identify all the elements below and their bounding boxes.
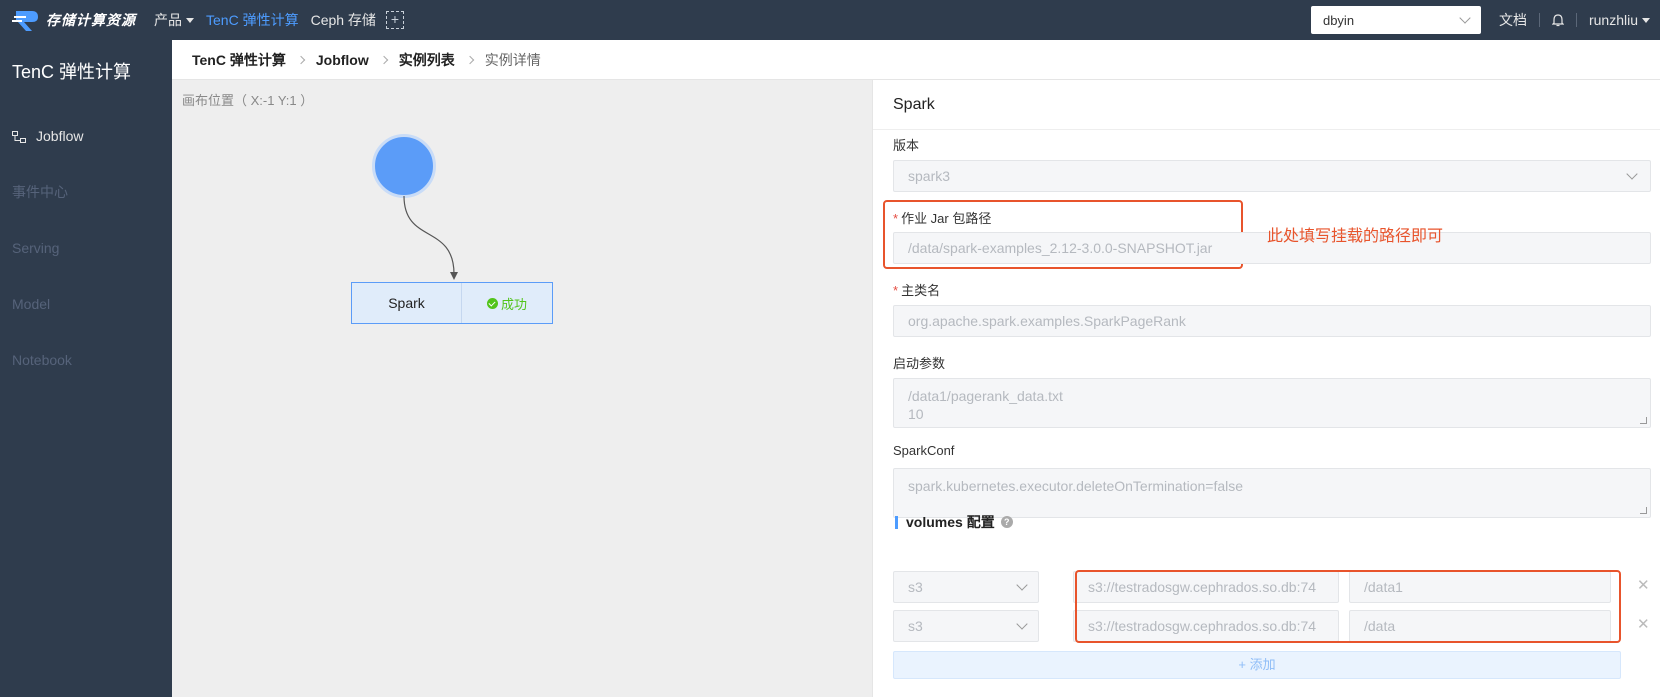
- caret-down-icon: [186, 17, 194, 23]
- divider: [1538, 13, 1540, 27]
- conf-value: spark.kubernetes.executor.deleteOnTermin…: [908, 478, 1244, 494]
- volume-type: s3: [908, 579, 923, 595]
- close-icon[interactable]: ✕: [1637, 578, 1650, 593]
- help-icon[interactable]: ?: [1000, 516, 1013, 528]
- highlight-volumes: [1075, 570, 1621, 643]
- sidebar-item-model[interactable]: Model: [0, 276, 172, 332]
- bell-icon[interactable]: [1551, 14, 1565, 27]
- detail-panel: Spark 版本 spark3 * 作业 Jar 包路径 /data/spark-…: [872, 80, 1660, 697]
- namespace-value: dbyin: [1322, 12, 1355, 28]
- flow-canvas[interactable]: 画布位置（ X:-1 Y:1 ） Spark 成功: [172, 80, 872, 697]
- username: runzhliu: [1588, 12, 1638, 28]
- flow-tree-icon: [12, 130, 26, 143]
- nav-tenc[interactable]: TenC 弹性计算: [206, 0, 299, 40]
- panel-title: Spark: [873, 80, 1660, 130]
- flow-edge: [403, 195, 458, 280]
- volume-type-select[interactable]: s3: [893, 571, 1039, 603]
- top-bar: 存储计算资源 产品 TenC 弹性计算 Ceph 存储 + dbyin 文档 r…: [0, 0, 1660, 40]
- chevron-down-icon: [1016, 618, 1028, 630]
- spark-node[interactable]: Spark 成功: [351, 282, 553, 324]
- start-node[interactable]: [372, 134, 436, 198]
- caret-down-icon: [1642, 17, 1650, 23]
- status-text: 成功: [500, 296, 527, 312]
- breadcrumb-jobflow[interactable]: Jobflow: [316, 52, 369, 68]
- sidebar-item-events[interactable]: 事件中心: [0, 164, 172, 220]
- jar-label-text: 作业 Jar 包路径: [901, 211, 992, 226]
- nav-products-label: 产品: [154, 12, 182, 28]
- breadcrumb-tenc[interactable]: TenC 弹性计算: [192, 50, 286, 70]
- logo[interactable]: 存储计算资源: [12, 7, 142, 33]
- sidebar-item-serving[interactable]: Serving: [0, 220, 172, 276]
- sidebar-title: TenC 弹性计算: [12, 62, 132, 82]
- jar-label: * 作业 Jar 包路径: [893, 208, 991, 227]
- chevron-down-icon: [1016, 579, 1028, 591]
- version-value: spark3: [908, 168, 951, 184]
- version-label: 版本: [893, 138, 920, 153]
- nav-products[interactable]: 产品: [154, 0, 194, 40]
- add-shortcut-button[interactable]: +: [385, 11, 404, 29]
- breadcrumb: TenC 弹性计算 Jobflow 实例列表 实例详情: [172, 40, 1660, 80]
- required-mark: *: [893, 283, 899, 298]
- canvas-position: 画布位置（ X:-1 Y:1 ）: [182, 93, 314, 108]
- user-menu[interactable]: runzhliu: [1589, 12, 1650, 28]
- close-icon[interactable]: ✕: [1637, 617, 1650, 632]
- breadcrumb-instance-list[interactable]: 实例列表: [399, 50, 455, 70]
- logo-icon: [12, 7, 42, 33]
- sidebar-item-jobflow[interactable]: Jobflow: [0, 108, 172, 164]
- volume-type-select[interactable]: s3: [893, 610, 1039, 642]
- sidebar: TenC 弹性计算 Jobflow 事件中心 Serving Model Not…: [0, 40, 172, 697]
- docs-link[interactable]: 文档: [1499, 10, 1527, 30]
- version-select[interactable]: spark3: [893, 160, 1651, 192]
- args-line: 10: [908, 406, 924, 422]
- namespace-select[interactable]: dbyin: [1310, 6, 1481, 34]
- args-line: /data1/pagerank_data.txt: [908, 388, 1063, 404]
- args-textarea[interactable]: /data1/pagerank_data.txt 10: [893, 378, 1651, 428]
- section-bar: [895, 515, 898, 529]
- args-label: 启动参数: [893, 356, 946, 371]
- sidebar-item-notebook[interactable]: Notebook: [0, 332, 172, 388]
- volumes-title: volumes 配置 ?: [895, 512, 1013, 532]
- chevron-right-icon: [379, 55, 388, 64]
- top-right: dbyin 文档 runzhliu: [1310, 0, 1660, 40]
- nav-ceph[interactable]: Ceph 存储: [311, 0, 376, 40]
- top-nav: 产品 TenC 弹性计算 Ceph 存储 +: [142, 0, 404, 40]
- chevron-right-icon: [465, 55, 474, 64]
- annotation-text: 此处填写挂载的路径即可: [1267, 228, 1444, 245]
- add-volume-button[interactable]: + 添加: [893, 651, 1621, 679]
- main-class-input[interactable]: org.apache.spark.examples.SparkPageRank: [893, 305, 1651, 337]
- resize-handle[interactable]: [1640, 507, 1647, 514]
- divider: [1575, 13, 1577, 27]
- node-name: Spark: [352, 283, 462, 323]
- node-status: 成功: [462, 283, 552, 323]
- breadcrumb-instance-detail: 实例详情: [484, 51, 541, 68]
- conf-textarea[interactable]: spark.kubernetes.executor.deleteOnTermin…: [893, 468, 1651, 518]
- logo-text: 存储计算资源: [46, 12, 136, 28]
- conf-label: SparkConf: [893, 443, 955, 458]
- main-class-label-text: 主类名: [901, 283, 941, 298]
- check-circle-icon: [486, 297, 498, 309]
- required-mark: *: [893, 211, 899, 226]
- main-class-label: * 主类名: [893, 280, 940, 299]
- chevron-right-icon: [296, 55, 306, 64]
- sidebar-item-label: Jobflow: [36, 128, 84, 144]
- chevron-down-icon: [1459, 12, 1471, 24]
- volume-type: s3: [908, 618, 923, 634]
- chevron-down-icon: [1626, 168, 1638, 180]
- resize-handle[interactable]: [1640, 417, 1647, 424]
- volumes-title-text: volumes 配置: [906, 514, 995, 530]
